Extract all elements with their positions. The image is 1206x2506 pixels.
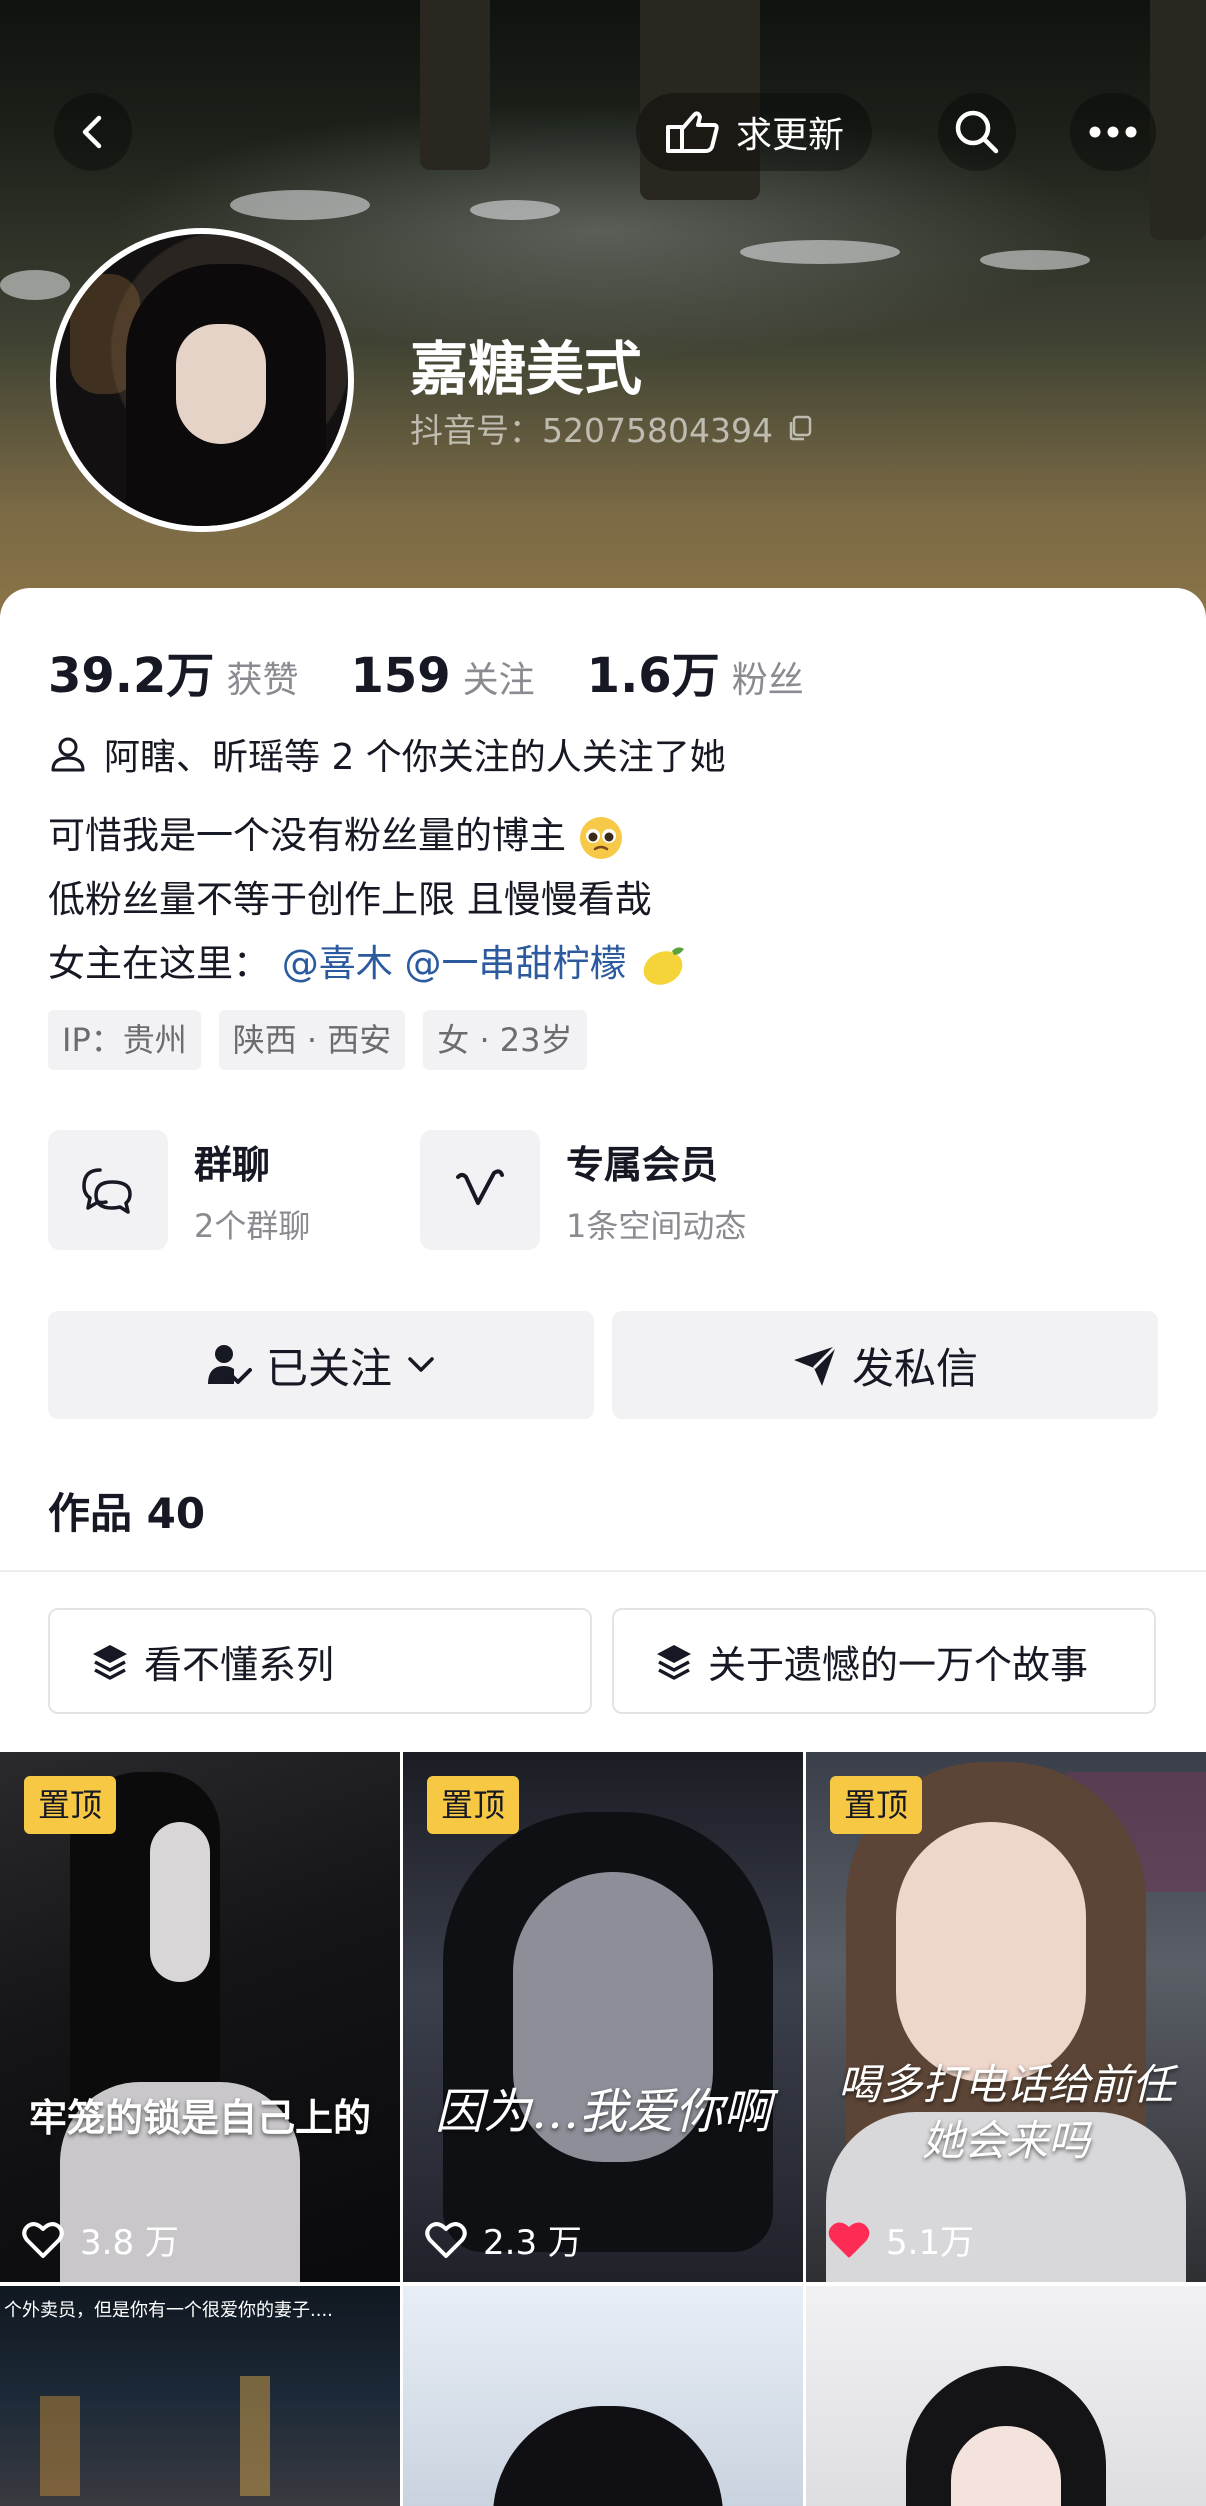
series-chip[interactable]: 关于遗憾的一万个故事 — [612, 1608, 1156, 1714]
thumb-hair — [493, 2406, 723, 2506]
douyin-id-text: 抖音号：52075804394 — [410, 411, 773, 450]
send-arrow-icon — [793, 1344, 838, 1386]
video-caption: 喝多打电话给前任 她会来吗 — [837, 2060, 1174, 2165]
pinned-badge: 置顶 — [427, 1776, 520, 1834]
request-update-label: 求更新 — [735, 115, 844, 156]
followers-label[interactable]: 粉丝 — [732, 651, 804, 703]
heart-outline-icon — [425, 2221, 467, 2258]
back-button[interactable] — [54, 93, 132, 171]
series-label: 看不懂系列 — [144, 1642, 335, 1687]
like-count-text: 5.1万 — [886, 2223, 975, 2263]
layers-icon — [93, 1645, 127, 1680]
chat-bubbles-icon — [82, 1168, 132, 1214]
followers-count[interactable]: 1.6万 — [587, 636, 720, 706]
chevron-down-icon — [408, 1357, 434, 1372]
nickname: 嘉糖美式 — [410, 335, 643, 403]
group-chat-subtitle: 2个群聊 — [194, 1206, 311, 1245]
douyin-id[interactable]: 抖音号：52075804394 — [410, 404, 815, 452]
bio-line-2: 低粉丝量不等于创作上限 且慢慢看哉 — [48, 878, 652, 921]
video-thumbnail[interactable]: 置顶 喝多打电话给前任 她会来吗 5.1万 — [806, 1752, 1206, 2282]
bio-line-1: 可惜我是一个没有粉丝量的博主 — [48, 814, 566, 857]
like-count: 3.8 万 — [22, 2215, 179, 2264]
bio-line-3-prefix: 女主在这里： — [48, 942, 270, 985]
more-button[interactable] — [1070, 93, 1156, 171]
video-caption: 牢笼的锁是自己上的 — [28, 2096, 371, 2140]
user-check-icon — [207, 1345, 252, 1384]
like-count-text: 3.8 万 — [80, 2223, 179, 2263]
gender-age-tag: 女 · 23岁 — [423, 1010, 587, 1070]
search-button[interactable] — [938, 93, 1016, 171]
video-thumbnail[interactable] — [403, 2286, 803, 2506]
mention-link[interactable]: @一串甜柠檬 — [405, 942, 627, 985]
series-chip[interactable]: 看不懂系列 — [48, 1608, 592, 1714]
video-caption: 个外卖员，但是你有一个很爱你的妻子.... — [4, 2300, 333, 2321]
v-badge-icon — [456, 1169, 504, 1205]
group-chat-icon-box — [48, 1130, 168, 1250]
following-label[interactable]: 关注 — [463, 651, 535, 703]
following-count[interactable]: 159 — [350, 648, 450, 704]
heart-filled-icon — [828, 2222, 870, 2257]
mutual-follow-row[interactable]: 阿瞎、昕瑶等 2 个你关注的人关注了她 — [48, 728, 726, 780]
video-thumbnail[interactable] — [806, 2286, 1206, 2506]
layers-icon — [657, 1645, 691, 1680]
like-count-text: 2.3 万 — [483, 2223, 582, 2263]
membership-title: 专属会员 — [566, 1142, 719, 1187]
group-chat-entry[interactable]: 群聊 2个群聊 — [48, 1130, 310, 1250]
cover-snow — [470, 200, 560, 220]
stats-row: 39.2万 获赞 159 关注 1.6万 粉丝 — [48, 636, 856, 706]
tag-row: IP：贵州 陕西 · 西安 女 · 23岁 — [48, 1010, 605, 1070]
thumb-light — [40, 2396, 80, 2496]
thumb-light — [240, 2376, 270, 2496]
video-thumbnail[interactable]: 个外卖员，但是你有一个很爱你的妻子.... — [0, 2286, 400, 2506]
city-tag: 陕西 · 西安 — [218, 1010, 406, 1070]
more-icon — [1089, 126, 1137, 138]
like-count: 2.3 万 — [425, 2215, 582, 2264]
followed-button[interactable]: 已关注 — [48, 1311, 594, 1419]
person-icon — [51, 737, 85, 772]
bio: 可惜我是一个没有粉丝量的博主 低粉丝量不等于创作上限 且慢慢看哉 女主在这里： … — [48, 804, 688, 996]
cover-snow — [980, 250, 1090, 270]
pleading-face-emoji-icon — [579, 816, 622, 859]
cover-snow — [230, 190, 370, 220]
works-tab-title[interactable]: 作品 40 — [48, 1480, 205, 1541]
heart-outline-icon — [22, 2221, 64, 2258]
avatar[interactable] — [50, 228, 354, 532]
search-icon — [955, 110, 999, 154]
lemon-emoji-icon — [643, 946, 685, 985]
send-message-label: 发私信 — [851, 1343, 978, 1393]
membership-entry[interactable]: 专属会员 1条空间动态 — [420, 1130, 746, 1250]
cover-tree — [420, 0, 490, 170]
video-thumbnail[interactable]: 置顶 牢笼的锁是自己上的 3.8 万 — [0, 1752, 400, 2282]
section-divider — [0, 1570, 1206, 1572]
cover-snow — [740, 240, 900, 264]
mutual-follow-text: 阿瞎、昕瑶等 2 个你关注的人关注了她 — [104, 737, 726, 778]
membership-subtitle: 1条空间动态 — [566, 1206, 747, 1245]
group-chat-title: 群聊 — [194, 1142, 271, 1187]
thumb-face — [150, 1822, 210, 1982]
series-label: 关于遗憾的一万个故事 — [708, 1642, 1089, 1687]
avatar-face — [176, 324, 266, 444]
followed-label: 已关注 — [265, 1343, 392, 1393]
mention-link[interactable]: @喜木 — [282, 942, 393, 985]
likes-label: 获赞 — [226, 660, 299, 701]
cover-tree — [1150, 0, 1206, 240]
membership-icon-box — [420, 1130, 540, 1250]
like-count: 5.1万 — [828, 2215, 974, 2264]
ip-location-tag: IP：贵州 — [48, 1010, 201, 1070]
back-icon — [82, 115, 102, 149]
likes-count: 39.2万 — [48, 648, 215, 704]
thumb-face — [896, 1822, 1086, 2082]
video-caption: 因为…我爱你啊 — [434, 2084, 771, 2140]
pinned-badge: 置顶 — [830, 1776, 923, 1834]
video-thumbnail[interactable]: 置顶 因为…我爱你啊 2.3 万 — [403, 1752, 803, 2282]
send-message-button[interactable]: 发私信 — [612, 1311, 1158, 1419]
copy-icon[interactable] — [785, 413, 815, 443]
cover-snow — [0, 270, 70, 300]
hand-point-icon — [665, 111, 719, 153]
request-update-button[interactable]: 求更新 — [636, 93, 872, 171]
pinned-badge: 置顶 — [24, 1776, 117, 1834]
